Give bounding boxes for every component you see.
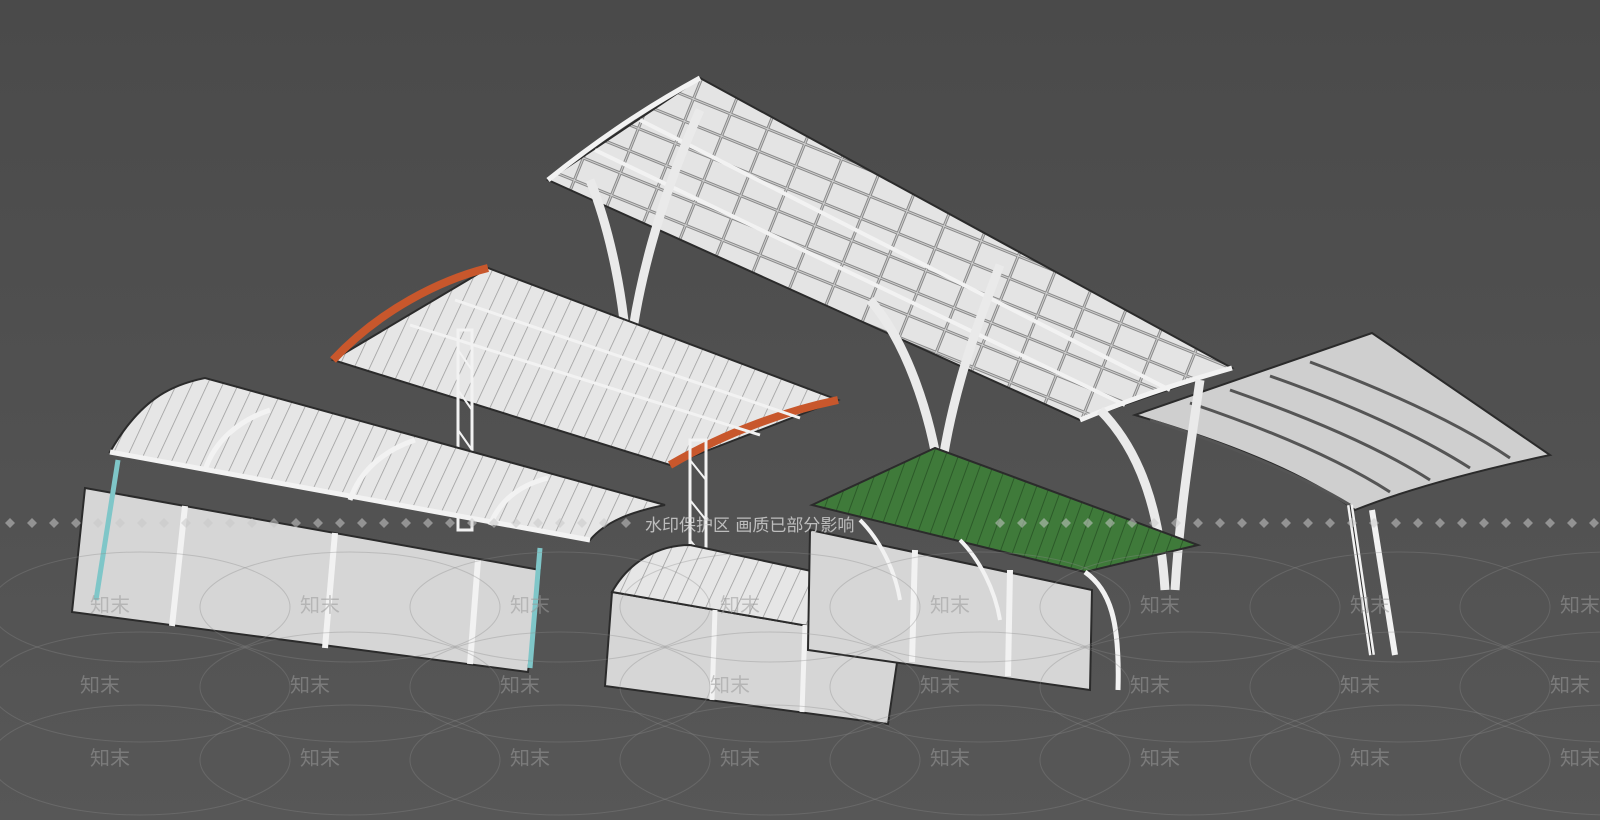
- watermark-brand-mark: 知末: [80, 673, 120, 697]
- watermark-brand-mark: 知末: [510, 746, 550, 770]
- watermark-brand-mark: 知末: [90, 593, 130, 617]
- watermark-brand-mark: 知末: [720, 593, 760, 617]
- watermark-brand-mark: 知末: [710, 673, 750, 697]
- watermark-brand-mark: 知末: [1560, 746, 1600, 770]
- watermark-brand-mark: 知末: [300, 593, 340, 617]
- watermark-brand-mark: 知末: [510, 593, 550, 617]
- watermark-brand-mark: 知末: [1140, 746, 1180, 770]
- watermark-brand-mark: 知末: [920, 673, 960, 697]
- watermark-brand-mark: 知末: [1350, 593, 1390, 617]
- watermark-brand-mark: 知末: [930, 746, 970, 770]
- watermark-brand-mark: 知末: [290, 673, 330, 697]
- watermark-brand-mark: 知末: [720, 746, 760, 770]
- watermark-brand-mark: 知末: [1340, 673, 1380, 697]
- watermark-brand-mark: 知末: [300, 746, 340, 770]
- model-viewport: 水印保护区 画质已部分影响 知末 知末 知末 知末 知末 知末 知末 知末知末 知末 知末 知末 知末…: [0, 0, 1600, 820]
- watermark-band-text: 水印保护区 画质已部分影响: [645, 516, 854, 536]
- watermark-brand-mark: 知末: [1350, 746, 1390, 770]
- watermark-brand-mark: 知末: [500, 673, 540, 697]
- watermark-brand-mark: 知末: [90, 746, 130, 770]
- watermark-brand-mark: 知末: [1560, 593, 1600, 617]
- watermark-brand-mark: 知末: [1140, 593, 1180, 617]
- watermark-brand-mark: 知末: [1130, 673, 1170, 697]
- watermark-brand-mark: 知末: [1550, 673, 1590, 697]
- watermark-brand-mark: 知末: [930, 593, 970, 617]
